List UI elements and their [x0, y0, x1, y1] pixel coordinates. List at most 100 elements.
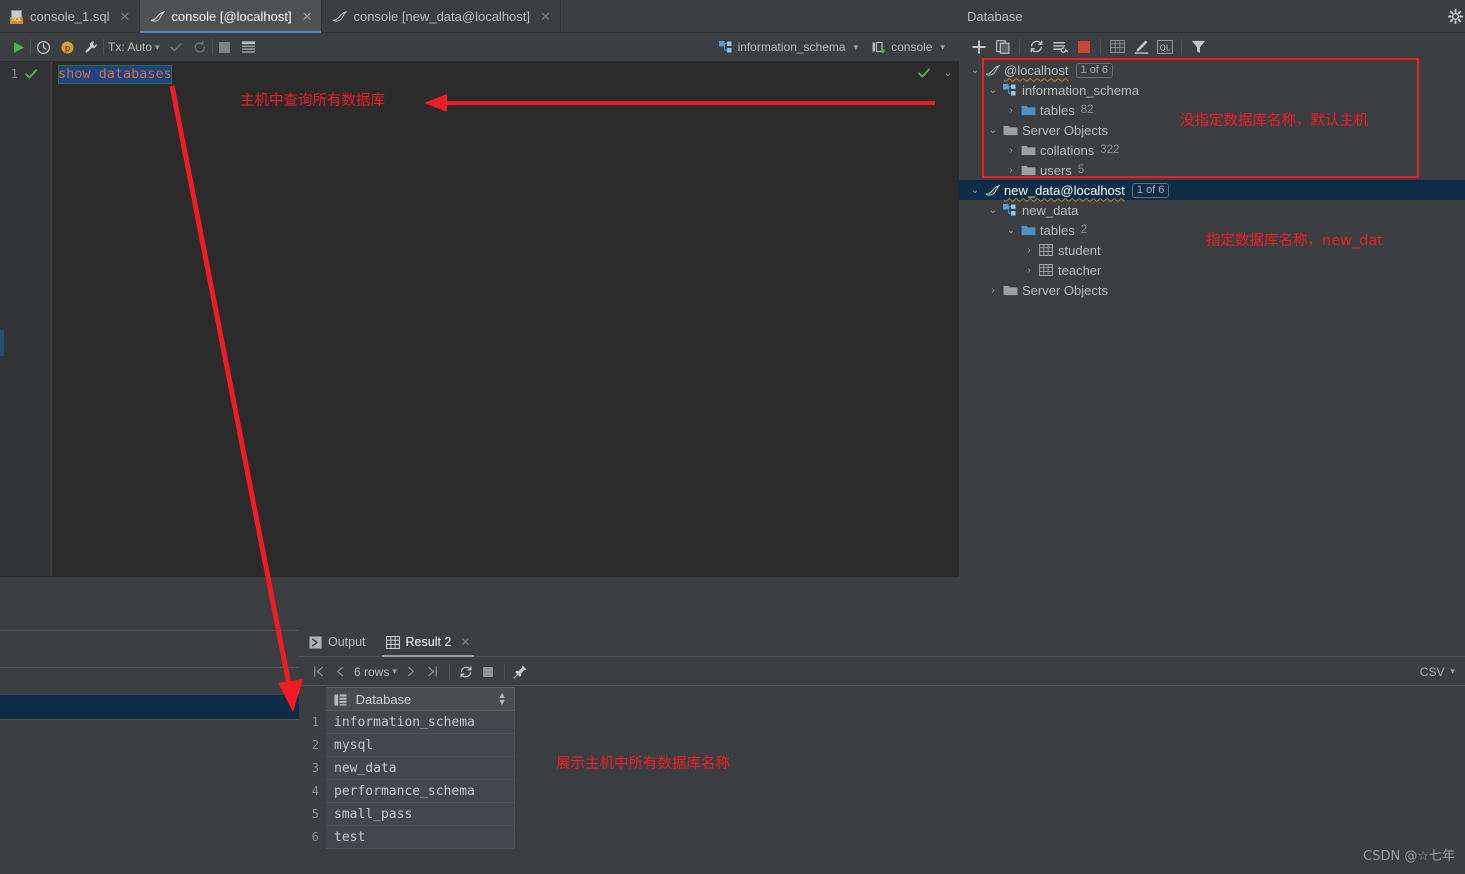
data-grid-button[interactable]: [237, 35, 261, 59]
chevron-right-icon[interactable]: ›: [985, 285, 1001, 296]
close-icon[interactable]: ✕: [460, 635, 470, 649]
chevron-right-icon[interactable]: ›: [1003, 145, 1019, 156]
chevron-down-icon: ▾: [940, 41, 945, 52]
inspection-ok-icon[interactable]: [917, 66, 931, 85]
table-view-button[interactable]: [1105, 36, 1129, 58]
database-tree[interactable]: ⌄ @localhost 1 of 6 ⌄ information_schema…: [959, 60, 1465, 602]
stop-button[interactable]: [213, 35, 237, 59]
schema-selector[interactable]: information_schema ▾: [718, 40, 858, 54]
rollback-button[interactable]: [188, 35, 212, 59]
tree-item-localhost-connection[interactable]: ⌄ @localhost 1 of 6: [959, 60, 1465, 80]
tree-item-information-schema[interactable]: ⌄ information_schema: [959, 80, 1465, 100]
tab-console-new-data-localhost[interactable]: console [new_data@localhost] ✕: [322, 0, 561, 33]
close-icon[interactable]: ✕: [302, 9, 313, 25]
tree-item-new-data-tables[interactable]: ⌄ tables 2: [959, 220, 1465, 240]
tab-console-localhost[interactable]: console [@localhost] ✕: [140, 0, 323, 33]
table-row[interactable]: 5 small_pass: [299, 802, 515, 826]
close-icon[interactable]: ✕: [120, 9, 131, 25]
filter-button[interactable]: [1186, 36, 1210, 58]
commit-button[interactable]: [164, 35, 188, 59]
ql-console-button[interactable]: QL: [1153, 36, 1177, 58]
pin-button[interactable]: [510, 661, 532, 683]
chevron-right-icon[interactable]: ›: [1021, 265, 1037, 276]
divider: [0, 667, 299, 668]
refresh-button[interactable]: [1024, 36, 1048, 58]
table-row[interactable]: 1 information_schema: [299, 710, 515, 734]
stop-button[interactable]: [1072, 36, 1096, 58]
chevron-right-icon[interactable]: ›: [1021, 245, 1037, 256]
chevron-down-icon[interactable]: ⌄: [967, 185, 983, 196]
tx-mode-dropdown[interactable]: Tx: Auto ▾: [104, 40, 164, 54]
next-page-button[interactable]: [400, 661, 422, 683]
cell-database[interactable]: test: [326, 825, 515, 849]
chevron-down-icon[interactable]: ⌄: [1003, 225, 1019, 236]
tree-item-student[interactable]: › student: [959, 240, 1465, 260]
tab-label: Output: [328, 635, 366, 649]
tx-mode-label: Tx: Auto: [108, 40, 153, 54]
row-count-dropdown[interactable]: 6 rows ▾: [351, 665, 400, 679]
cell-database[interactable]: new_data: [326, 756, 515, 780]
edit-button[interactable]: [1129, 36, 1153, 58]
svg-text:p: p: [64, 42, 69, 52]
tree-item-collations[interactable]: › collations 322: [959, 140, 1465, 160]
reload-button[interactable]: [455, 661, 477, 683]
profile-button[interactable]: p: [55, 35, 79, 59]
cancel-query-button[interactable]: [477, 661, 499, 683]
schema-icon: [1001, 83, 1019, 97]
divider: [0, 630, 299, 631]
tree-item-teacher[interactable]: › teacher: [959, 260, 1465, 280]
column-header-database[interactable]: Database ▲ ▼: [326, 687, 515, 711]
last-page-button[interactable]: [422, 661, 444, 683]
code-editor[interactable]: 1 show databases ⌄: [0, 62, 959, 576]
chevron-down-icon[interactable]: ⌄: [985, 205, 1001, 216]
tree-item-label: new_data@localhost: [1004, 182, 1125, 198]
sort-toggle-icon[interactable]: ▲ ▼: [498, 691, 507, 707]
tree-item-server-objects[interactable]: ⌄ Server Objects: [959, 120, 1465, 140]
cell-database[interactable]: small_pass: [326, 802, 515, 826]
table-row[interactable]: 6 test: [299, 825, 515, 849]
chevron-down-icon[interactable]: ⌄: [985, 125, 1001, 136]
schema-icon: [718, 40, 733, 54]
schema-label: information_schema: [737, 40, 846, 54]
chevron-right-icon[interactable]: ›: [1003, 165, 1019, 176]
gear-icon[interactable]: [1447, 8, 1464, 29]
tree-item-new-data-schema[interactable]: ⌄ new_data: [959, 200, 1465, 220]
divider: [0, 719, 299, 720]
export-format-dropdown[interactable]: CSV ▾: [1420, 665, 1465, 679]
history-button[interactable]: [31, 35, 55, 59]
table-row[interactable]: 2 mysql: [299, 733, 515, 757]
code-text-area[interactable]: show databases ⌄: [53, 62, 959, 576]
wrench-button[interactable]: [79, 35, 103, 59]
cell-database[interactable]: performance_schema: [326, 779, 515, 803]
connection-icon: [983, 64, 1001, 77]
grid-icon: [385, 635, 400, 649]
chevron-down-icon[interactable]: ⌄: [967, 65, 983, 76]
cell-database[interactable]: information_schema: [326, 710, 515, 734]
selected-row-strip: [0, 695, 299, 719]
database-toolbar: QL: [959, 33, 1465, 60]
close-icon[interactable]: ✕: [540, 9, 551, 25]
sync-settings-button[interactable]: [1048, 36, 1072, 58]
row-count-label: 6 rows: [354, 664, 390, 679]
result-grid[interactable]: Database ▲ ▼ 1 information_schema 2 mysql: [299, 687, 1465, 874]
chevron-down-icon[interactable]: ⌄: [944, 68, 952, 79]
tree-item-tables[interactable]: › tables 82: [959, 100, 1465, 120]
tab-console-1-sql[interactable]: SQL console_1.sql ✕: [0, 0, 141, 33]
run-button[interactable]: [6, 35, 30, 59]
first-page-button[interactable]: [307, 661, 329, 683]
cell-database[interactable]: mysql: [326, 733, 515, 757]
tab-result-2[interactable]: Result 2 ✕: [376, 628, 481, 657]
add-button[interactable]: [967, 36, 991, 58]
session-selector[interactable]: console ▾: [872, 40, 945, 54]
prev-page-button[interactable]: [329, 661, 351, 683]
editor-pane: SQL console_1.sql ✕ console [@localhost]…: [0, 0, 959, 602]
tree-item-users[interactable]: › users 5: [959, 160, 1465, 180]
chevron-down-icon[interactable]: ⌄: [985, 85, 1001, 96]
tree-item-new-data-connection[interactable]: ⌄ new_data@localhost 1 of 6: [959, 180, 1465, 200]
tree-item-new-data-server-objects[interactable]: › Server Objects: [959, 280, 1465, 300]
table-row[interactable]: 3 new_data: [299, 756, 515, 780]
copy-button[interactable]: [991, 36, 1015, 58]
table-row[interactable]: 4 performance_schema: [299, 779, 515, 803]
tab-output[interactable]: Output: [299, 628, 376, 657]
chevron-right-icon[interactable]: ›: [1003, 105, 1019, 116]
